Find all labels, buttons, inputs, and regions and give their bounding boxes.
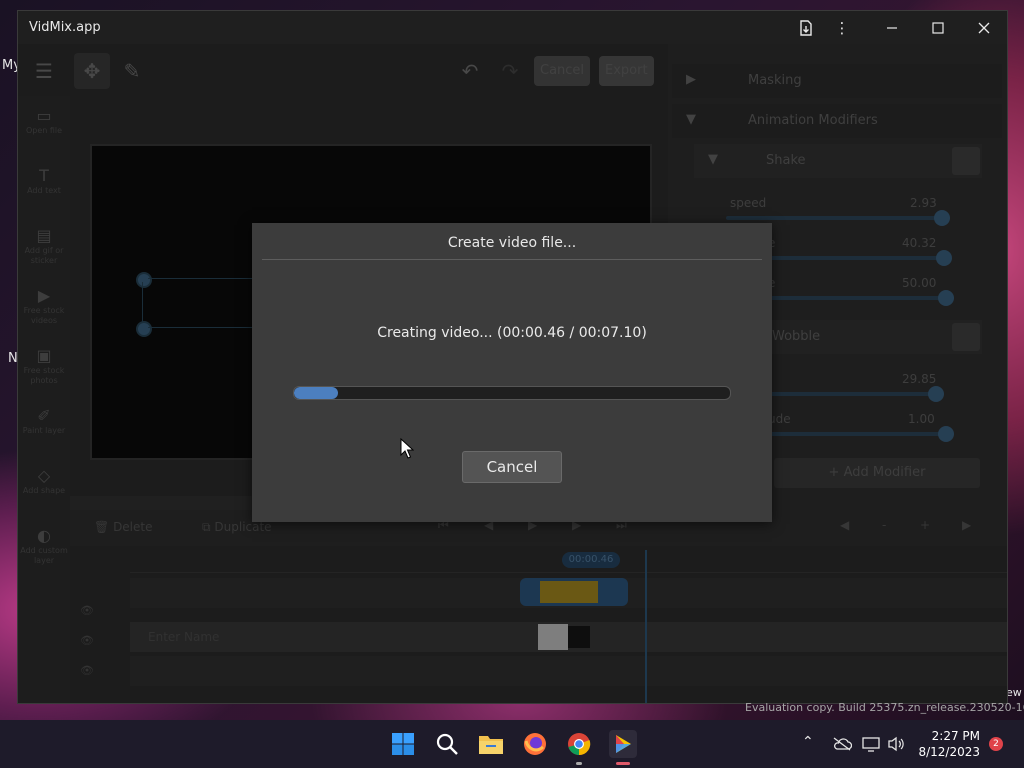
create-video-dialog: Create video file... Creating video... (… [252,223,772,522]
close-button[interactable] [962,11,1006,44]
window-title: VidMix.app [29,20,101,35]
dialog-title: Create video file... [447,235,577,251]
desktop-label-fragment: ew [1006,686,1022,699]
mouse-cursor-icon [400,438,414,459]
clock-time: 2:27 PM [931,729,980,743]
progress-fill [294,387,338,399]
file-explorer-icon[interactable] [477,730,505,758]
more-options-icon[interactable]: ⋮ [820,11,864,44]
vidmix-icon[interactable] [609,730,637,758]
progress-status: Creating video... (00:00.46 / 00:07.10) [377,325,647,341]
chevron-up-icon[interactable]: ⌃ [802,734,814,750]
export-progress-bar [293,386,731,400]
cancel-button[interactable]: Cancel [462,451,562,483]
search-icon[interactable] [433,730,461,758]
vidmix-active-indicator [616,762,630,765]
taskbar: ⌃ 2:27 PM 8/12/2023 2 [0,720,1024,768]
dialog-separator [262,259,762,260]
notification-badge[interactable]: 2 [989,737,1003,751]
maximize-button[interactable] [916,11,960,44]
chrome-icon[interactable] [565,730,593,758]
chrome-running-indicator [576,762,582,765]
title-bar: VidMix.app ⋮ [18,11,1007,44]
volume-icon[interactable] [882,730,910,758]
system-clock[interactable]: 2:27 PM 8/12/2023 [910,728,980,760]
windows-start-icon[interactable] [389,730,417,758]
onedrive-offline-icon[interactable] [828,730,856,758]
firefox-icon[interactable] [521,730,549,758]
minimize-button[interactable] [870,11,914,44]
evaluation-watermark: Evaluation copy. Build 25375.zn_release.… [745,701,1024,714]
clock-date: 8/12/2023 [918,745,980,759]
